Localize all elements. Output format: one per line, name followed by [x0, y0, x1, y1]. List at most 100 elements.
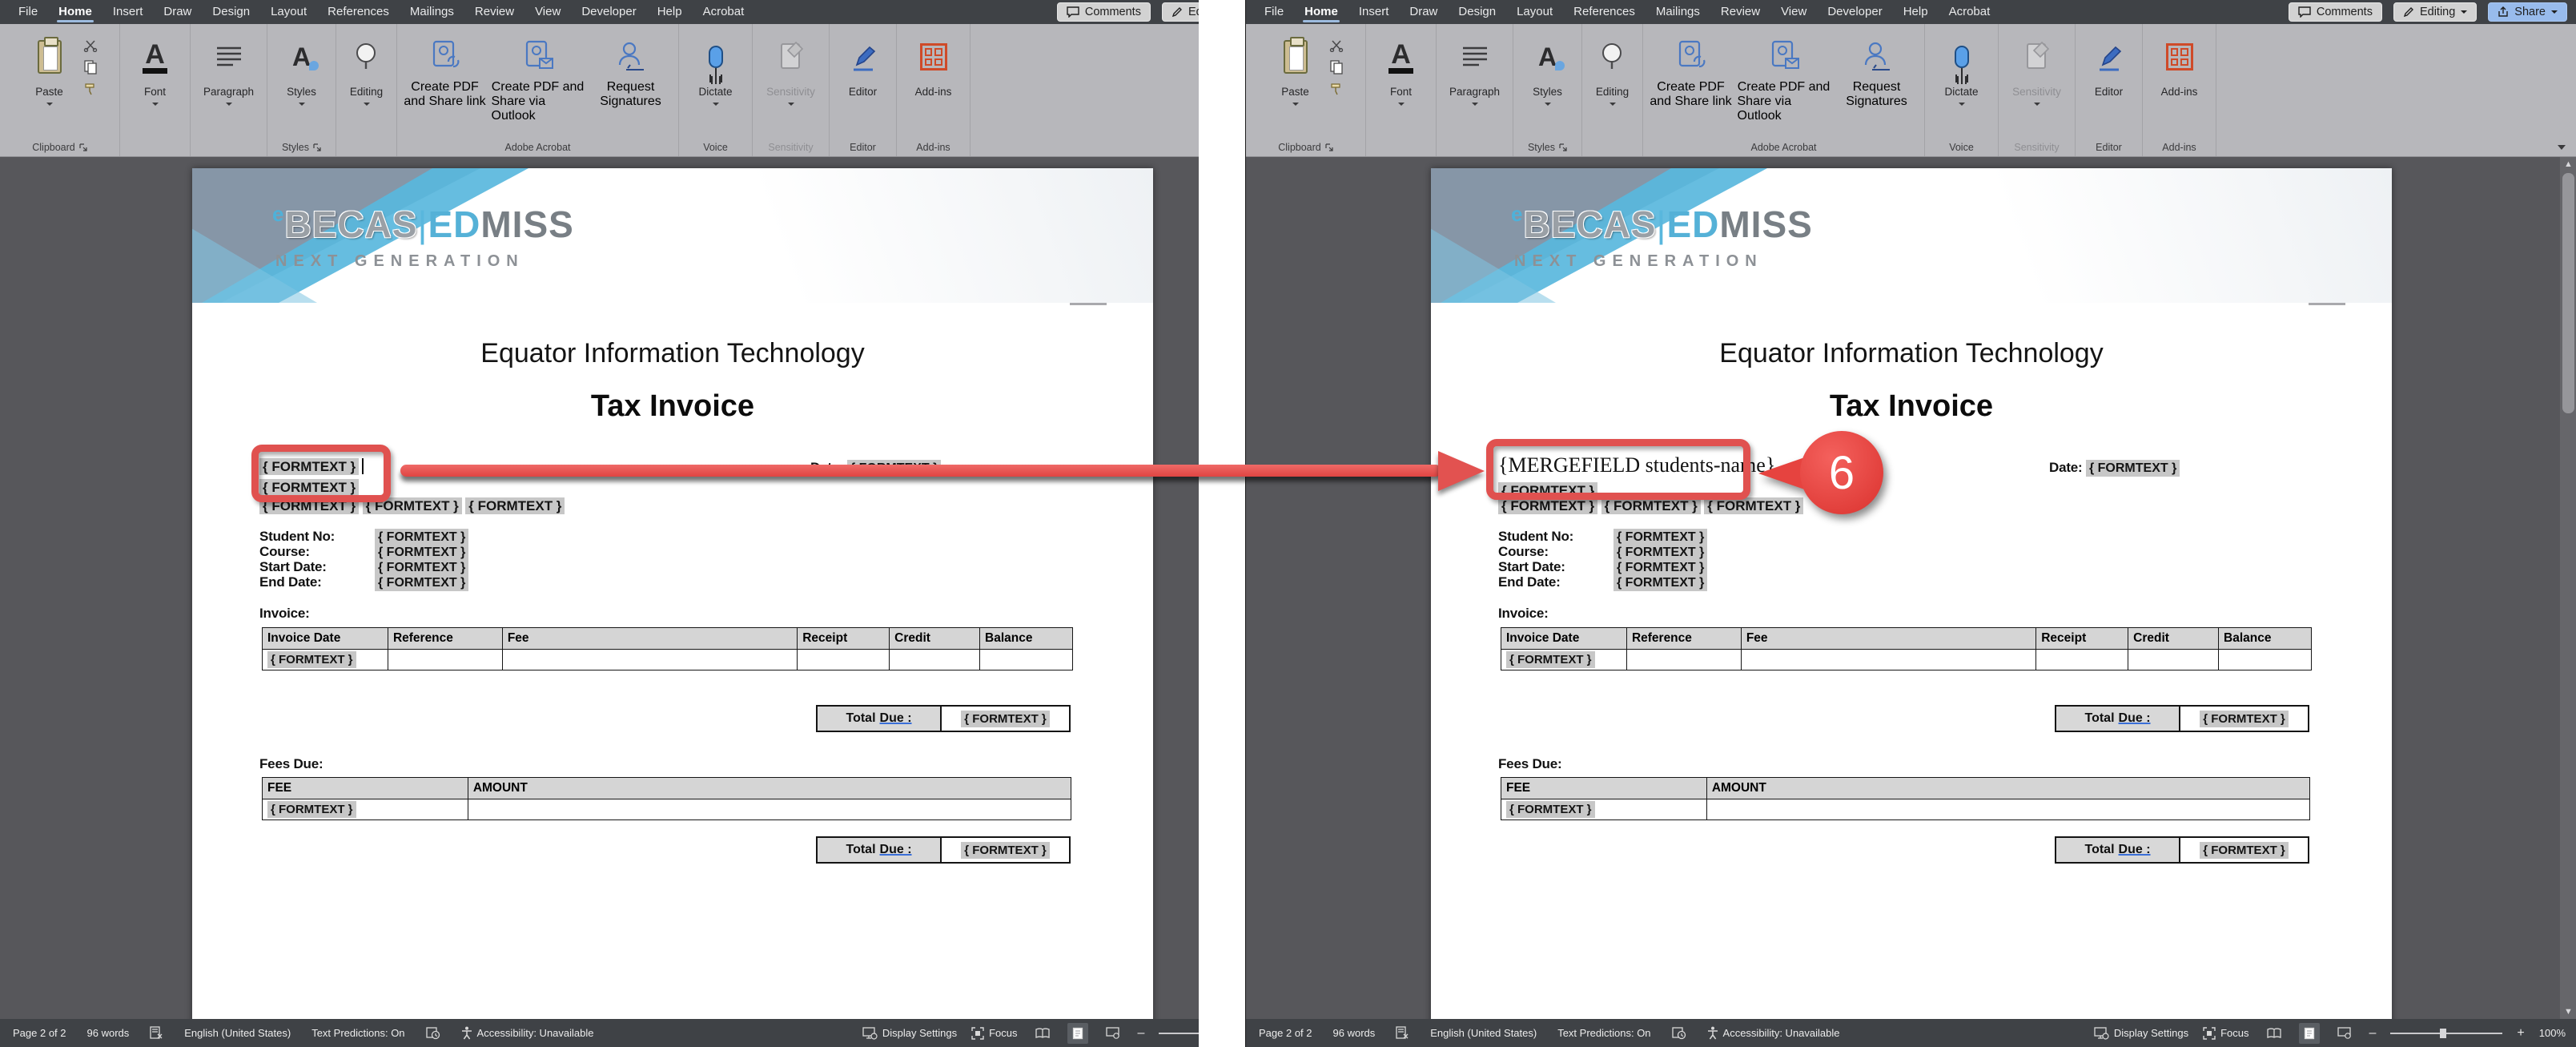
dialog-launcher-icon[interactable] [1325, 143, 1333, 151]
menu-tab-layout[interactable]: Layout [1506, 0, 1563, 24]
menu-tab-view[interactable]: View [1770, 0, 1817, 24]
print-layout-view-button[interactable] [1067, 1023, 1088, 1044]
styles-button[interactable]: A Styles [1520, 30, 1576, 106]
addins-button[interactable]: Add-ins [2152, 30, 2208, 98]
zoom-out-button[interactable]: – [1138, 1026, 1145, 1041]
vertical-scrollbar[interactable]: ▲ ▼ [2560, 157, 2576, 1019]
focus-button[interactable]: Focus [971, 1027, 1017, 1040]
formtext-field[interactable]: { FORMTEXT } [1506, 801, 1595, 818]
copy-button[interactable] [1328, 60, 1344, 74]
word-count[interactable]: 96 words [1333, 1027, 1376, 1039]
formtext-field[interactable]: { FORMTEXT } [375, 529, 468, 546]
menu-tab-draw[interactable]: Draw [1399, 0, 1448, 24]
menu-tab-review[interactable]: Review [1710, 0, 1770, 24]
format-painter-button[interactable] [1328, 82, 1344, 96]
request-signatures-button[interactable]: Request Signatures [585, 30, 677, 109]
menu-tab-developer[interactable]: Developer [571, 0, 646, 24]
create-pdf-share-link-button[interactable]: Create PDF and Share link [399, 30, 492, 109]
menu-tab-acrobat[interactable]: Acrobat [1939, 0, 2001, 24]
vertical-scrollbar-thumb[interactable] [2562, 173, 2574, 413]
create-pdf-share-link-button[interactable]: Create PDF and Share link [1645, 30, 1738, 109]
collapse-ribbon-icon[interactable] [2558, 145, 2566, 150]
formtext-field[interactable]: { FORMTEXT } [1614, 529, 1707, 546]
menu-tab-mailings[interactable]: Mailings [1646, 0, 1710, 24]
addins-button[interactable]: Add-ins [906, 30, 962, 98]
formtext-field[interactable]: { FORMTEXT } [375, 574, 468, 591]
menu-tab-draw[interactable]: Draw [153, 0, 202, 24]
formtext-field[interactable]: { FORMTEXT } [961, 711, 1050, 727]
proofing-icon[interactable] [150, 1026, 163, 1040]
display-settings-button[interactable]: Display Settings [2094, 1027, 2188, 1040]
comments-button[interactable]: Comments [1057, 2, 1151, 22]
create-pdf-share-outlook-button[interactable]: Create PDF and Share via Outlook [1738, 30, 1831, 123]
formtext-field[interactable]: { FORMTEXT } [1506, 651, 1595, 668]
formtext-field[interactable]: { FORMTEXT } [1601, 497, 1701, 514]
menu-tab-developer[interactable]: Developer [1817, 0, 1892, 24]
formtext-field[interactable]: { FORMTEXT } [1614, 574, 1707, 591]
print-layout-view-button[interactable] [2299, 1023, 2320, 1044]
menu-tab-help[interactable]: Help [1893, 0, 1939, 24]
editing-group-button[interactable]: Editing [339, 30, 395, 106]
dictate-button[interactable]: Dictate [1934, 30, 1990, 106]
menu-tab-design[interactable]: Design [202, 0, 260, 24]
formtext-field[interactable]: { FORMTEXT } [1498, 497, 1597, 514]
menu-tab-design[interactable]: Design [1448, 0, 1506, 24]
zoom-level[interactable]: 100% [2539, 1027, 2566, 1039]
page-indicator[interactable]: Page 2 of 2 [13, 1027, 66, 1039]
language-indicator[interactable]: English (United States) [184, 1027, 291, 1039]
styles-button[interactable]: A Styles [274, 30, 330, 106]
menu-tab-references[interactable]: References [1563, 0, 1646, 24]
menu-tab-layout[interactable]: Layout [260, 0, 317, 24]
menu-tab-home[interactable]: Home [48, 0, 102, 24]
share-button[interactable]: Share [2488, 2, 2567, 22]
formtext-field[interactable]: { FORMTEXT } [2200, 711, 2289, 727]
dialog-launcher-icon[interactable] [313, 143, 321, 151]
paste-button[interactable]: Paste [22, 30, 78, 106]
focus-button[interactable]: Focus [2203, 1027, 2248, 1040]
editor-button[interactable]: Editor [2081, 30, 2137, 98]
document-page[interactable]: eBECAS|EDMISS NEXT GENERATION Equator In… [1431, 168, 2392, 1019]
formtext-field[interactable]: { FORMTEXT } [375, 559, 468, 576]
formtext-field[interactable]: { FORMTEXT } [961, 842, 1050, 859]
formtext-field[interactable]: { FORMTEXT } [267, 801, 356, 818]
editing-button[interactable]: Editing [1162, 2, 1199, 22]
request-signatures-button[interactable]: Request Signatures [1831, 30, 1923, 109]
menu-tab-acrobat[interactable]: Acrobat [693, 0, 755, 24]
paragraph-button[interactable]: Paragraph [201, 30, 257, 106]
proofing-icon[interactable] [1396, 1026, 1409, 1040]
paste-button[interactable]: Paste [1268, 30, 1324, 106]
cut-button[interactable] [82, 38, 98, 53]
editing-group-button[interactable]: Editing [1585, 30, 1641, 106]
page-indicator[interactable]: Page 2 of 2 [1259, 1027, 1312, 1039]
comments-button[interactable]: Comments [2289, 2, 2382, 22]
font-button[interactable]: A Font [127, 30, 183, 106]
menu-tab-mailings[interactable]: Mailings [400, 0, 464, 24]
date-formtext-field[interactable]: { FORMTEXT } [2086, 460, 2180, 477]
document-page[interactable]: eBECAS|EDMISS NEXT GENERATION Equator In… [192, 168, 1153, 1019]
text-predictions[interactable]: Text Predictions: On [311, 1027, 404, 1039]
menu-tab-view[interactable]: View [524, 0, 571, 24]
menu-tab-file[interactable]: File [1254, 0, 1294, 24]
dialog-launcher-icon[interactable] [79, 143, 87, 151]
zoom-in-button[interactable]: + [2517, 1026, 2524, 1041]
menu-tab-insert[interactable]: Insert [1348, 0, 1400, 24]
menu-tab-home[interactable]: Home [1294, 0, 1348, 24]
word-count[interactable]: 96 words [87, 1027, 130, 1039]
scroll-down-icon[interactable]: ▼ [2564, 1007, 2573, 1017]
formtext-field[interactable]: { FORMTEXT } [465, 497, 565, 514]
zoom-slider-thumb[interactable] [2440, 1029, 2446, 1038]
menu-tab-file[interactable]: File [8, 0, 48, 24]
formtext-field[interactable]: { FORMTEXT } [1704, 497, 1803, 514]
formtext-field[interactable]: { FORMTEXT } [1614, 559, 1707, 576]
scroll-up-icon[interactable]: ▲ [2564, 159, 2573, 169]
editor-button[interactable]: Editor [835, 30, 891, 98]
language-indicator[interactable]: English (United States) [1430, 1027, 1537, 1039]
formtext-field[interactable]: { FORMTEXT } [1614, 544, 1707, 561]
font-button[interactable]: A Font [1373, 30, 1429, 106]
menu-tab-review[interactable]: Review [464, 0, 524, 24]
dictate-button[interactable]: Dictate [688, 30, 744, 106]
cut-button[interactable] [1328, 38, 1344, 53]
formtext-field[interactable]: { FORMTEXT } [267, 651, 356, 668]
dialog-launcher-icon[interactable] [1559, 143, 1567, 151]
zoom-out-button[interactable]: – [2369, 1026, 2377, 1041]
